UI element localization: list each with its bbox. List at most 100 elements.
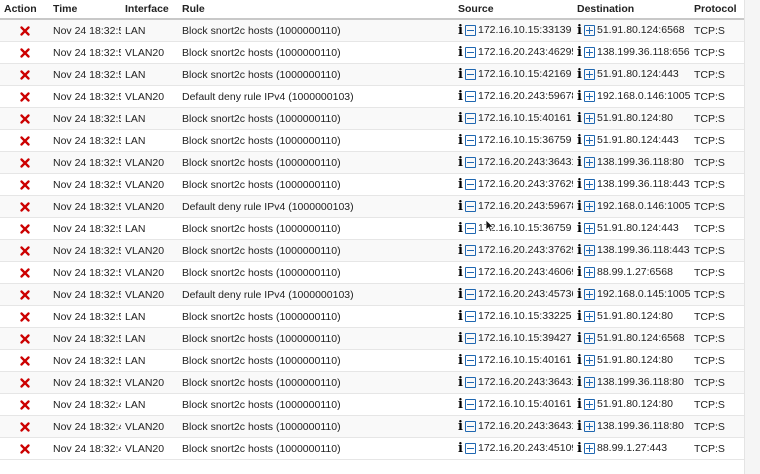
- info-icon[interactable]: i: [458, 244, 463, 257]
- col-header-destination[interactable]: Destination: [573, 0, 690, 20]
- vertical-scrollbar[interactable]: [744, 0, 760, 474]
- info-icon[interactable]: i: [458, 156, 463, 169]
- block-x-icon[interactable]: [19, 114, 30, 124]
- plus-box-icon[interactable]: [584, 355, 595, 367]
- info-icon[interactable]: i: [458, 134, 463, 147]
- minus-box-icon[interactable]: [465, 113, 476, 125]
- block-x-icon[interactable]: [19, 356, 30, 366]
- col-header-time[interactable]: Time: [49, 0, 121, 20]
- info-icon[interactable]: i: [577, 354, 582, 367]
- info-icon[interactable]: i: [458, 266, 463, 279]
- block-x-icon[interactable]: [19, 312, 30, 322]
- minus-box-icon[interactable]: [465, 25, 476, 37]
- block-x-icon[interactable]: [19, 70, 30, 80]
- plus-box-icon[interactable]: [584, 311, 595, 323]
- block-x-icon[interactable]: [19, 290, 30, 300]
- info-icon[interactable]: i: [577, 200, 582, 213]
- action-cell[interactable]: [0, 239, 49, 262]
- minus-box-icon[interactable]: [465, 157, 476, 169]
- info-icon[interactable]: i: [458, 68, 463, 81]
- action-cell[interactable]: [0, 261, 49, 284]
- block-x-icon[interactable]: [19, 136, 30, 146]
- action-cell[interactable]: [0, 305, 49, 328]
- plus-box-icon[interactable]: [584, 223, 595, 235]
- action-cell[interactable]: [0, 393, 49, 416]
- action-cell[interactable]: [0, 437, 49, 460]
- info-icon[interactable]: i: [577, 178, 582, 191]
- action-cell[interactable]: [0, 129, 49, 152]
- plus-box-icon[interactable]: [584, 443, 595, 455]
- action-cell[interactable]: [0, 41, 49, 64]
- info-icon[interactable]: i: [458, 354, 463, 367]
- info-icon[interactable]: i: [577, 68, 582, 81]
- info-icon[interactable]: i: [458, 332, 463, 345]
- action-cell[interactable]: [0, 195, 49, 218]
- minus-box-icon[interactable]: [465, 223, 476, 235]
- col-header-rule[interactable]: Rule: [178, 0, 454, 20]
- minus-box-icon[interactable]: [465, 289, 476, 301]
- info-icon[interactable]: i: [577, 222, 582, 235]
- block-x-icon[interactable]: [19, 158, 30, 168]
- block-x-icon[interactable]: [19, 334, 30, 344]
- info-icon[interactable]: i: [577, 310, 582, 323]
- block-x-icon[interactable]: [19, 378, 30, 388]
- plus-box-icon[interactable]: [584, 47, 595, 59]
- info-icon[interactable]: i: [577, 112, 582, 125]
- plus-box-icon[interactable]: [584, 421, 595, 433]
- minus-box-icon[interactable]: [465, 399, 476, 411]
- col-header-protocol[interactable]: Protocol: [690, 0, 744, 20]
- minus-box-icon[interactable]: [465, 377, 476, 389]
- info-icon[interactable]: i: [577, 398, 582, 411]
- minus-box-icon[interactable]: [465, 333, 476, 345]
- plus-box-icon[interactable]: [584, 267, 595, 279]
- info-icon[interactable]: i: [458, 376, 463, 389]
- block-x-icon[interactable]: [19, 268, 30, 278]
- plus-box-icon[interactable]: [584, 245, 595, 257]
- col-header-action[interactable]: Action: [0, 0, 49, 20]
- plus-box-icon[interactable]: [584, 157, 595, 169]
- block-x-icon[interactable]: [19, 400, 30, 410]
- info-icon[interactable]: i: [577, 90, 582, 103]
- plus-box-icon[interactable]: [584, 91, 595, 103]
- info-icon[interactable]: i: [458, 420, 463, 433]
- action-cell[interactable]: [0, 63, 49, 86]
- info-icon[interactable]: i: [458, 222, 463, 235]
- action-cell[interactable]: [0, 19, 49, 42]
- minus-box-icon[interactable]: [465, 245, 476, 257]
- action-cell[interactable]: [0, 415, 49, 438]
- action-cell[interactable]: [0, 283, 49, 306]
- info-icon[interactable]: i: [577, 134, 582, 147]
- minus-box-icon[interactable]: [465, 69, 476, 81]
- action-cell[interactable]: [0, 173, 49, 196]
- info-icon[interactable]: i: [577, 332, 582, 345]
- action-cell[interactable]: [0, 217, 49, 240]
- info-icon[interactable]: i: [458, 178, 463, 191]
- minus-box-icon[interactable]: [465, 179, 476, 191]
- minus-box-icon[interactable]: [465, 443, 476, 455]
- info-icon[interactable]: i: [577, 288, 582, 301]
- block-x-icon[interactable]: [19, 246, 30, 256]
- plus-box-icon[interactable]: [584, 179, 595, 191]
- action-cell[interactable]: [0, 107, 49, 130]
- block-x-icon[interactable]: [19, 202, 30, 212]
- info-icon[interactable]: i: [458, 288, 463, 301]
- info-icon[interactable]: i: [577, 46, 582, 59]
- plus-box-icon[interactable]: [584, 25, 595, 37]
- info-icon[interactable]: i: [458, 46, 463, 59]
- minus-box-icon[interactable]: [465, 91, 476, 103]
- minus-box-icon[interactable]: [465, 355, 476, 367]
- minus-box-icon[interactable]: [465, 201, 476, 213]
- info-icon[interactable]: i: [458, 398, 463, 411]
- plus-box-icon[interactable]: [584, 399, 595, 411]
- plus-box-icon[interactable]: [584, 333, 595, 345]
- block-x-icon[interactable]: [19, 224, 30, 234]
- block-x-icon[interactable]: [19, 92, 30, 102]
- info-icon[interactable]: i: [458, 24, 463, 37]
- block-x-icon[interactable]: [19, 180, 30, 190]
- info-icon[interactable]: i: [458, 112, 463, 125]
- info-icon[interactable]: i: [458, 200, 463, 213]
- minus-box-icon[interactable]: [465, 421, 476, 433]
- plus-box-icon[interactable]: [584, 113, 595, 125]
- col-header-interface[interactable]: Interface: [121, 0, 178, 20]
- minus-box-icon[interactable]: [465, 47, 476, 59]
